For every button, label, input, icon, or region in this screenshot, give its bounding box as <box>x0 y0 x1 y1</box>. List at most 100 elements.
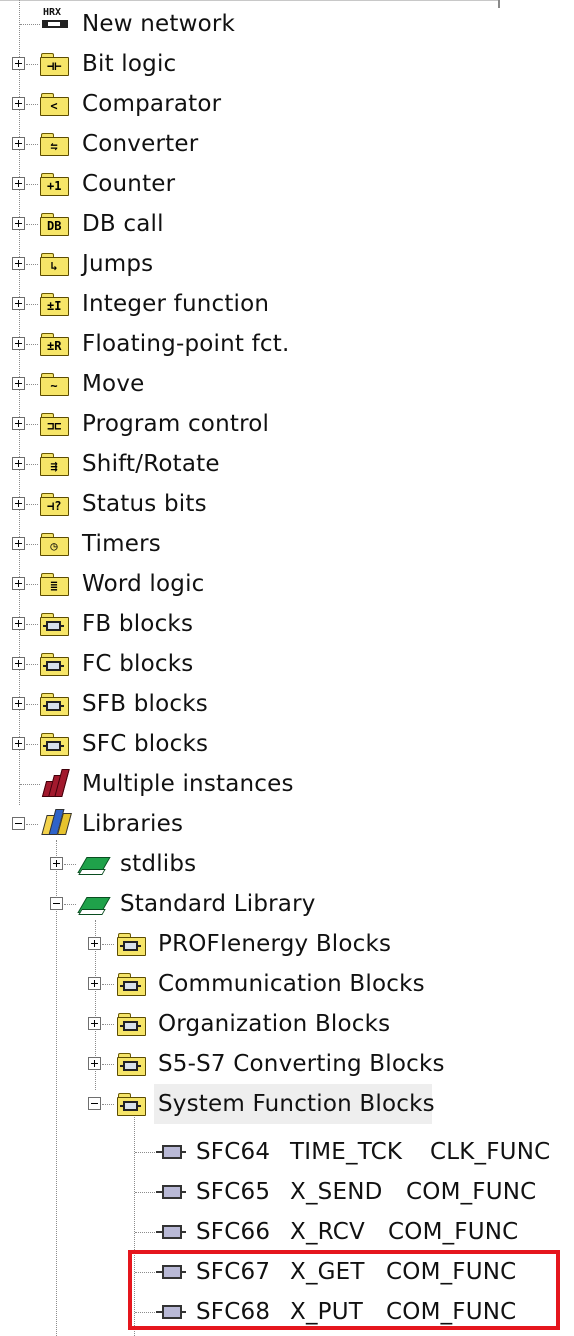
tree-item-label: Converter <box>82 131 199 157</box>
tree-item-converter[interactable]: ⇋ Converter <box>0 124 574 164</box>
expand-toggle[interactable] <box>12 337 25 350</box>
db-call-folder-icon: DB <box>39 211 69 236</box>
tree-item-system-function-blocks[interactable]: System Function Blocks <box>0 1084 574 1124</box>
expand-toggle[interactable] <box>12 617 25 630</box>
tree-item-integer-function[interactable]: ±I Integer function <box>0 284 574 324</box>
tree-item-label: Integer function <box>82 291 270 317</box>
tree-item-label: stdlibs <box>120 851 197 877</box>
tree-item-label: Jumps <box>82 251 154 277</box>
expand-toggle[interactable] <box>12 657 25 670</box>
tree-item-label: FC blocks <box>82 651 194 677</box>
tree-item-libraries[interactable]: Libraries <box>0 804 574 844</box>
tree-item-sfc-blocks[interactable]: SFC blocks <box>0 724 574 764</box>
sfc-name: X_RCV <box>290 1219 365 1245</box>
tree-item-label: DB call <box>82 211 164 237</box>
expand-toggle[interactable] <box>12 57 25 70</box>
tree-item-label: Libraries <box>82 811 184 837</box>
expand-toggle[interactable] <box>12 577 25 590</box>
tree-item-shift-rotate[interactable]: ⇶ Shift/Rotate <box>0 444 574 484</box>
collapse-toggle[interactable] <box>50 897 63 910</box>
tree-item-label: Shift/Rotate <box>82 451 220 477</box>
tree-item-label: Standard Library <box>120 891 316 917</box>
instruction-tree: HRX New network ⊣⊢ Bit logic < Comparato… <box>0 0 574 1336</box>
jumps-folder-icon: ↳ <box>39 251 69 276</box>
sfc-number: SFC66 <box>196 1219 271 1245</box>
converter-folder-icon: ⇋ <box>39 131 69 156</box>
tree-item-word-logic[interactable]: ≣ Word logic <box>0 564 574 604</box>
sfc-number: SFC65 <box>196 1179 271 1205</box>
expand-toggle[interactable] <box>50 857 63 870</box>
expand-toggle[interactable] <box>12 457 25 470</box>
tree-item-label: Status bits <box>82 491 207 517</box>
tree-item-sfc65[interactable]: SFC65 X_SEND COM_FUNC <box>0 1172 574 1212</box>
float-folder-icon: ±R <box>39 331 69 356</box>
tree-item-communication[interactable]: Communication Blocks <box>0 964 574 1004</box>
expand-toggle[interactable] <box>88 1057 101 1070</box>
tree-item-bit-logic[interactable]: ⊣⊢ Bit logic <box>0 44 574 84</box>
expand-toggle[interactable] <box>12 297 25 310</box>
tree-item-label: Comparator <box>82 91 222 117</box>
tree-item-sfc64[interactable]: SFC64 TIME_TCK CLK_FUNC <box>0 1132 574 1172</box>
collapse-toggle[interactable] <box>88 1097 101 1110</box>
highlight-box <box>128 1250 560 1330</box>
comparator-folder-icon: < <box>39 91 69 116</box>
block-folder-icon <box>116 1091 146 1116</box>
move-folder-icon: ~ <box>39 371 69 396</box>
expand-toggle[interactable] <box>12 97 25 110</box>
tree-item-counter[interactable]: +1 Counter <box>0 164 574 204</box>
tree-item-status-bits[interactable]: ⊣? Status bits <box>0 484 574 524</box>
expand-toggle[interactable] <box>12 177 25 190</box>
block-icon <box>156 1145 186 1161</box>
tree-item-stdlibs[interactable]: stdlibs <box>0 844 574 884</box>
expand-toggle[interactable] <box>88 937 101 950</box>
tree-item-sfb-blocks[interactable]: SFB blocks <box>0 684 574 724</box>
tree-item-s5s7[interactable]: S5-S7 Converting Blocks <box>0 1044 574 1084</box>
tree-item-label: SFB blocks <box>82 691 208 717</box>
tree-item-new-network[interactable]: HRX New network <box>0 4 574 44</box>
sfc-family: COM_FUNC <box>388 1219 519 1245</box>
bit-logic-folder-icon: ⊣⊢ <box>39 51 69 76</box>
expand-toggle[interactable] <box>12 377 25 390</box>
tree-item-label: New network <box>82 11 236 37</box>
tree-item-label: System Function Blocks <box>158 1091 435 1117</box>
expand-toggle[interactable] <box>12 497 25 510</box>
tree-item-label: Timers <box>82 531 161 557</box>
shift-rotate-folder-icon: ⇶ <box>39 451 69 476</box>
tree-item-sfc66[interactable]: SFC66 X_RCV COM_FUNC <box>0 1212 574 1252</box>
expand-toggle[interactable] <box>12 697 25 710</box>
panel-top-border <box>0 0 500 1</box>
expand-toggle[interactable] <box>12 537 25 550</box>
expand-toggle[interactable] <box>88 1017 101 1030</box>
expand-toggle[interactable] <box>88 977 101 990</box>
sfc-number: SFC64 <box>196 1139 271 1165</box>
tree-item-comparator[interactable]: < Comparator <box>0 84 574 124</box>
tree-item-organization[interactable]: Organization Blocks <box>0 1004 574 1044</box>
tree-item-profienergy[interactable]: PROFIenergy Blocks <box>0 924 574 964</box>
tree-item-multiple-instances[interactable]: Multiple instances <box>0 764 574 804</box>
expand-toggle[interactable] <box>12 737 25 750</box>
expand-toggle[interactable] <box>12 137 25 150</box>
tree-item-label: Counter <box>82 171 176 197</box>
expand-toggle[interactable] <box>12 217 25 230</box>
expand-toggle[interactable] <box>12 257 25 270</box>
tree-item-move[interactable]: ~ Move <box>0 364 574 404</box>
fb-blocks-folder-icon <box>39 611 69 636</box>
tree-item-floating-point[interactable]: ±R Floating-point fct. <box>0 324 574 364</box>
collapse-toggle[interactable] <box>12 817 25 830</box>
tree-item-db-call[interactable]: DB DB call <box>0 204 574 244</box>
tree-item-jumps[interactable]: ↳ Jumps <box>0 244 574 284</box>
book-icon <box>77 851 111 877</box>
tree-item-label: Multiple instances <box>82 771 294 797</box>
sfb-blocks-folder-icon <box>39 691 69 716</box>
tree-item-program-control[interactable]: ⊐⊏ Program control <box>0 404 574 444</box>
expand-toggle[interactable] <box>12 417 25 430</box>
tree-item-standard-library[interactable]: Standard Library <box>0 884 574 924</box>
tree-item-fb-blocks[interactable]: FB blocks <box>0 604 574 644</box>
block-folder-icon <box>116 1051 146 1076</box>
word-logic-folder-icon: ≣ <box>39 571 69 596</box>
sfc-name: TIME_TCK <box>290 1139 403 1165</box>
network-icon: HRX <box>40 8 70 34</box>
tree-item-timers[interactable]: ◷ Timers <box>0 524 574 564</box>
tree-item-fc-blocks[interactable]: FC blocks <box>0 644 574 684</box>
tree-item-label: SFC blocks <box>82 731 209 757</box>
